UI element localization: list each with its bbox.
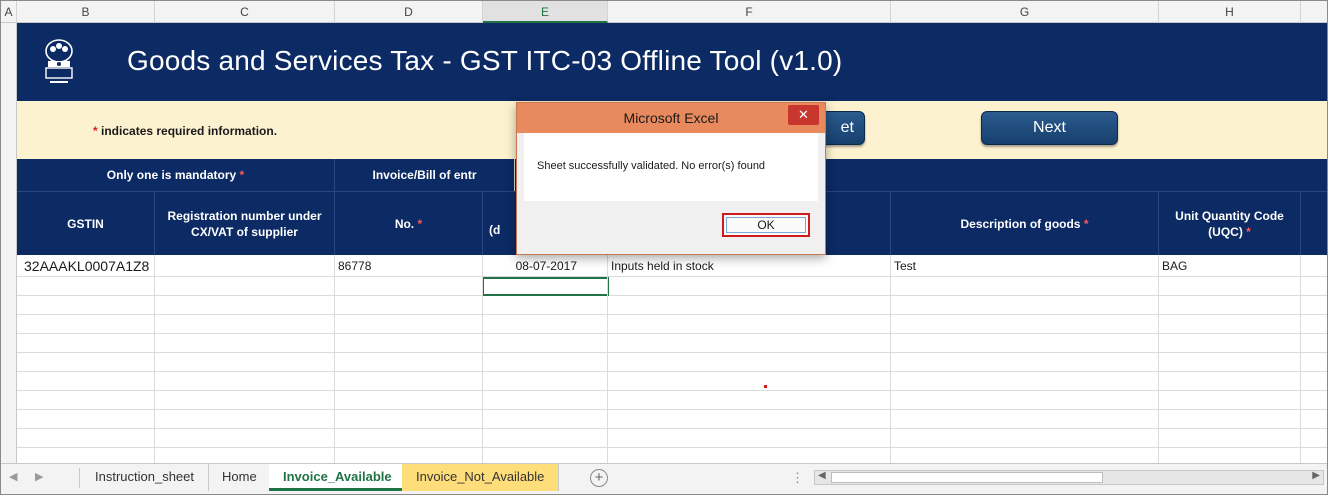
splitter-dots-icon[interactable]: ⋮: [791, 470, 804, 486]
close-icon[interactable]: ✕: [788, 105, 819, 125]
page-title: Goods and Services Tax - GST ITC-03 Offl…: [127, 45, 843, 76]
ashoka-emblem-icon: [39, 37, 79, 89]
required-star: *: [93, 124, 98, 138]
scrollbar-thumb[interactable]: [831, 472, 1103, 483]
invoice-no-cell[interactable]: 86778: [335, 255, 483, 277]
dialog-body: Sheet successfully validated. No error(s…: [524, 133, 818, 201]
title-banner: Goods and Services Tax - GST ITC-03 Offl…: [17, 23, 1327, 101]
column-header-a[interactable]: A: [1, 1, 17, 23]
tab-invoice-available[interactable]: Invoice_Available: [269, 464, 407, 491]
vertical-gridlines: [17, 277, 1327, 463]
only-one-mandatory-header: Only one is mandatory *: [17, 159, 335, 191]
uqc-header: Unit Quantity Code (UQC) *: [1159, 192, 1301, 256]
next-button[interactable]: Next: [981, 111, 1118, 145]
tab-divider: [79, 468, 80, 488]
dialog-title: Microsoft Excel: [517, 103, 825, 133]
ok-button-label: OK: [726, 217, 806, 233]
required-star: *: [1246, 225, 1251, 239]
invoice-no-header: No. *: [335, 192, 483, 256]
column-header-b[interactable]: B: [17, 1, 155, 23]
required-note: * indicates required information.: [93, 124, 277, 138]
registration-cell[interactable]: [155, 255, 335, 277]
prev-sheet-arrow-icon[interactable]: ◀: [9, 470, 17, 483]
data-rows: 32AAAKL0007A1Z8 86778 08-07-2017 Inputs …: [17, 255, 1327, 467]
ok-button[interactable]: OK: [722, 213, 810, 237]
dialog-message: Sheet successfully validated. No error(s…: [537, 160, 766, 172]
description-header: Description of goods *: [891, 192, 1159, 256]
required-note-text: indicates required information.: [101, 124, 278, 138]
invoice-bill-header: Invoice/Bill of entr: [335, 159, 515, 191]
horizontal-scrollbar[interactable]: ◀ ▶: [814, 470, 1324, 485]
description-cell[interactable]: Test: [891, 255, 1159, 277]
tab-home[interactable]: Home: [208, 464, 272, 491]
date-cell[interactable]: 08-07-2017: [483, 255, 608, 277]
column-header-g[interactable]: G: [891, 1, 1159, 23]
scroll-left-icon[interactable]: ◀: [818, 470, 826, 481]
sheet-tab-bar: ◀ ▶ Instruction_sheet Home Invoice_Avail…: [1, 463, 1327, 494]
registration-header: Registration number under CX/VAT of supp…: [155, 192, 335, 256]
column-headers: A B C D E F G H: [1, 1, 1327, 23]
required-star: *: [239, 168, 245, 182]
column-header-h[interactable]: H: [1159, 1, 1301, 23]
stray-mark: [764, 385, 767, 388]
required-star: *: [1083, 217, 1089, 231]
column-header-f[interactable]: F: [608, 1, 891, 23]
description-label: Description of goods: [960, 217, 1081, 231]
table-row: 32AAAKL0007A1Z8 86778 08-07-2017 Inputs …: [17, 255, 1327, 277]
column-header-d[interactable]: D: [335, 1, 483, 23]
only-one-mandatory-label: Only one is mandatory: [106, 168, 237, 182]
uqc-cell[interactable]: BAG: [1159, 255, 1301, 277]
gstin-cell[interactable]: 32AAAKL0007A1Z8: [17, 255, 155, 277]
tab-invoice-not-available[interactable]: Invoice_Not_Available: [402, 464, 560, 491]
scroll-right-icon[interactable]: ▶: [1312, 470, 1320, 481]
previous-button-label: et: [840, 119, 854, 136]
uqc-label: Unit Quantity Code (UQC): [1175, 209, 1284, 239]
invoice-no-label: No.: [394, 217, 415, 231]
excel-window: A B C D E F G H Goods and Services Tax -…: [0, 0, 1328, 495]
gstin-header: GSTIN: [17, 192, 155, 256]
message-dialog: Microsoft Excel ✕ Sheet successfully val…: [516, 102, 826, 255]
type-cell[interactable]: Inputs held in stock: [608, 255, 891, 277]
column-header-c[interactable]: C: [155, 1, 335, 23]
plus-circle-icon[interactable]: +: [590, 469, 608, 487]
tab-instruction-sheet[interactable]: Instruction_sheet: [81, 464, 210, 491]
row-headers: [1, 23, 17, 463]
next-sheet-arrow-icon[interactable]: ▶: [35, 470, 43, 483]
required-star: *: [417, 217, 423, 231]
column-header-e[interactable]: E: [483, 1, 608, 23]
